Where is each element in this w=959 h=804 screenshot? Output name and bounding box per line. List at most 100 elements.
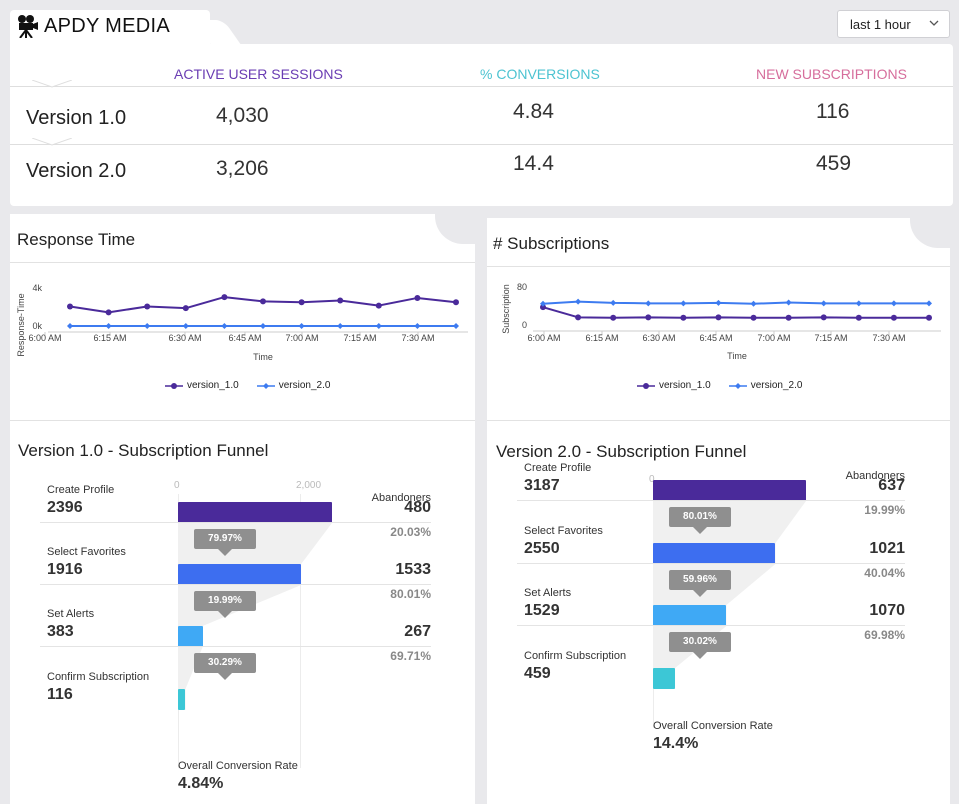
legend-item-v1[interactable]: version_1.0 — [165, 380, 239, 391]
legend-item-v1[interactable]: version_1.0 — [637, 380, 711, 391]
funnel-bar[interactable] — [178, 502, 332, 523]
funnel-row-divider — [517, 500, 905, 501]
data-point[interactable] — [820, 314, 827, 321]
data-point[interactable] — [221, 294, 228, 301]
data-point[interactable] — [610, 314, 617, 321]
data-point[interactable] — [337, 297, 344, 304]
data-point[interactable] — [67, 323, 73, 329]
time-range-dropdown[interactable]: last 1 hour — [837, 10, 950, 38]
conversion-rate-badge: 30.29% — [194, 653, 256, 680]
abandoners-value: 267 — [404, 623, 431, 640]
data-point[interactable] — [144, 303, 151, 310]
funnel-stage-label: Set Alerts — [47, 608, 95, 620]
data-point[interactable] — [855, 300, 862, 307]
data-point[interactable] — [610, 299, 617, 306]
x-tick-label: 7:30 AM — [872, 333, 905, 343]
abandoners-value: 1021 — [869, 540, 905, 557]
abandoners-value: 1070 — [869, 602, 905, 619]
x-tick-label: 6:30 AM — [642, 333, 675, 343]
data-point[interactable] — [645, 314, 652, 321]
legend-v1-marker — [165, 382, 183, 389]
data-point[interactable] — [453, 323, 459, 329]
col-conversions: % CONVERSIONS — [480, 66, 600, 82]
rt-ylabel: Response-Time — [16, 293, 26, 356]
funnel-bar[interactable] — [178, 626, 203, 647]
data-point[interactable] — [715, 314, 722, 321]
data-point[interactable] — [680, 314, 687, 321]
conversion-rate-badge: 80.01% — [669, 507, 731, 534]
funnel-stage-value: 383 — [47, 623, 74, 640]
funnel-row-divider — [40, 646, 431, 647]
data-point[interactable] — [67, 303, 73, 310]
data-point[interactable] — [375, 323, 382, 329]
data-point[interactable] — [298, 299, 305, 306]
data-point[interactable] — [298, 323, 305, 329]
x-tick-label: 7:15 AM — [343, 333, 376, 343]
funnel-bar[interactable] — [178, 564, 302, 585]
funnel-stage-value: 2396 — [47, 499, 83, 516]
data-point[interactable] — [260, 323, 266, 329]
data-point[interactable] — [105, 323, 112, 329]
data-point[interactable] — [680, 300, 687, 307]
data-point[interactable] — [575, 314, 582, 321]
data-point[interactable] — [820, 300, 827, 307]
data-point[interactable] — [105, 309, 112, 316]
overall-conversion-value: 14.4% — [653, 735, 699, 752]
data-point[interactable] — [575, 298, 582, 305]
brand-name: APDY MEDIA — [44, 14, 170, 37]
x-tick-label: 6:15 AM — [93, 333, 126, 343]
data-point[interactable] — [926, 300, 932, 307]
v1-conversions: 4.84 — [513, 100, 554, 123]
data-point[interactable] — [645, 300, 652, 307]
y-tick-label: 0 — [522, 320, 527, 330]
x-tick-label: 6:30 AM — [168, 333, 201, 343]
data-point[interactable] — [785, 314, 792, 321]
data-point[interactable] — [890, 314, 897, 321]
funnel-v1-title: Version 1.0 - Subscription Funnel — [18, 441, 269, 460]
legend-item-v2[interactable]: version_2.0 — [728, 380, 802, 391]
data-point[interactable] — [414, 323, 421, 329]
funnel-bar[interactable] — [653, 668, 676, 689]
data-point[interactable] — [221, 323, 228, 329]
col-new-subscriptions: NEW SUBSCRIPTIONS — [756, 66, 907, 82]
data-point[interactable] — [890, 300, 897, 307]
data-point[interactable] — [926, 314, 932, 321]
data-point[interactable] — [453, 299, 459, 306]
data-point[interactable] — [414, 294, 421, 301]
funnel-stage-label: Confirm Subscription — [47, 671, 150, 683]
legend-item-v2[interactable]: version_2.0 — [256, 380, 330, 391]
funnel-bar[interactable] — [653, 543, 776, 564]
funnel-bar[interactable] — [653, 605, 727, 626]
legend-v2-marker — [256, 382, 275, 389]
funnel-bar[interactable] — [178, 689, 186, 710]
data-point[interactable] — [375, 302, 382, 309]
col-active-sessions: ACTIVE USER SESSIONS — [174, 66, 343, 82]
data-point[interactable] — [715, 299, 722, 306]
conversion-rate-badge: 30.02% — [669, 632, 731, 659]
funnel-stage-value: 1916 — [47, 561, 83, 578]
conversion-rate-badge: 59.96% — [669, 570, 731, 597]
abandoners-pct: 69.71% — [390, 649, 431, 663]
rt-xlabel: Time — [253, 352, 273, 362]
abandoners-pct: 40.04% — [864, 566, 905, 580]
funnel-bar[interactable] — [653, 480, 806, 501]
v1-sessions: 4,030 — [216, 104, 269, 127]
funnel-stage-label: Create Profile — [47, 484, 115, 496]
data-point[interactable] — [785, 299, 792, 306]
data-point[interactable] — [750, 300, 757, 307]
data-point[interactable] — [750, 314, 757, 321]
conversion-rate-badge: 19.99% — [194, 591, 256, 618]
data-point[interactable] — [144, 323, 151, 329]
data-point[interactable] — [260, 298, 266, 305]
series-line-version_1.0 — [542, 306, 929, 319]
subscriptions-title: # Subscriptions — [493, 234, 610, 253]
funnel-v2: 0 Abandoners Create Profile 3187 637 19.99% Se… — [487, 462, 950, 804]
data-point[interactable] — [182, 323, 189, 329]
data-point[interactable] — [855, 314, 862, 321]
data-point[interactable] — [337, 323, 344, 329]
data-point[interactable] — [182, 305, 189, 312]
v1-subscriptions: 116 — [816, 100, 850, 123]
y-tick-label: 4k — [32, 283, 42, 293]
x-tick-label: 6:45 AM — [699, 333, 732, 343]
row-divider — [10, 86, 953, 87]
